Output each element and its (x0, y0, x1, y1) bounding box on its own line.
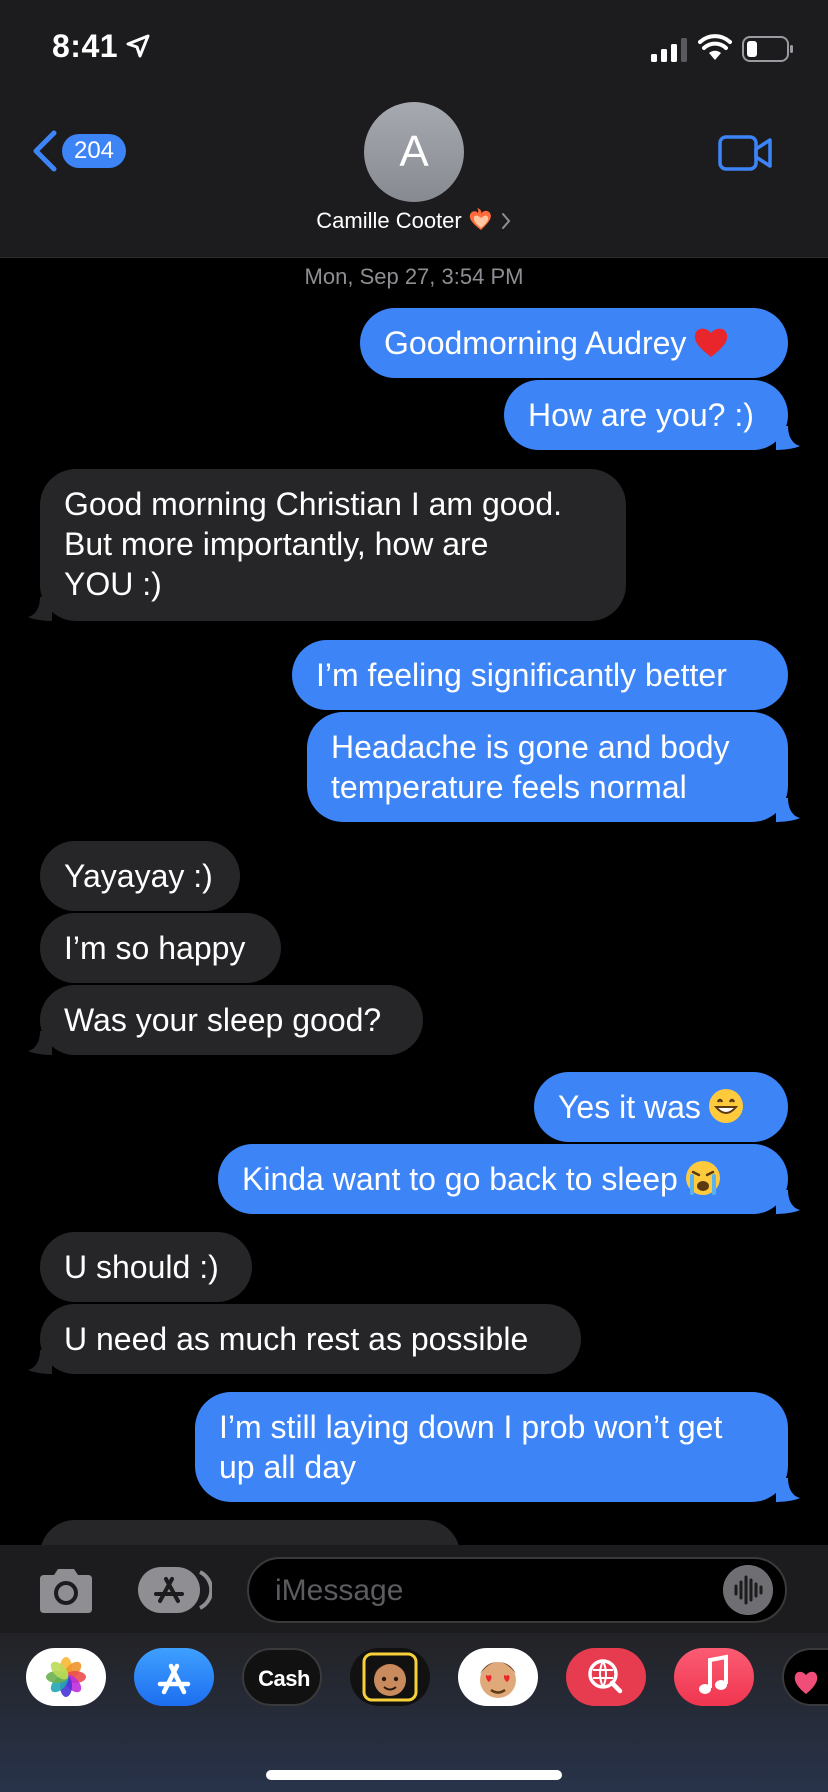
image-search-app-button[interactable] (566, 1648, 646, 1706)
message-line: temperature feels normal (331, 769, 687, 805)
grinning-face-icon (708, 1089, 743, 1123)
bubble-tail (28, 1350, 52, 1374)
photos-icon (46, 1657, 86, 1697)
thread-timestamp: Mon, Sep 27, 3:54 PM (304, 264, 524, 289)
sent-message-bubble[interactable]: Headache is gone and body temperature fe… (307, 712, 800, 822)
digital-touch-app-button[interactable] (782, 1648, 828, 1706)
received-message-bubble[interactable]: Was your sleep good? (28, 985, 423, 1055)
signal-bars-icon (651, 38, 687, 62)
music-app-button[interactable] (674, 1648, 754, 1706)
audio-waveform-icon[interactable] (723, 1565, 773, 1615)
message-line: But more importantly, how are (64, 526, 489, 562)
music-icon (699, 1654, 728, 1694)
message-text: U should :) (64, 1249, 219, 1285)
message-line: YOU :) (64, 566, 162, 602)
contact-name-row[interactable]: Camille Cooter (0, 208, 828, 234)
message-text: Yayayay :) (64, 858, 213, 894)
message-line: I’m still laying down I prob won’t get (219, 1409, 723, 1445)
bubble-tail (28, 1031, 52, 1055)
heart-on-fire-icon (469, 208, 491, 230)
message-text: U need as much rest as possible (64, 1321, 529, 1357)
message-text-input[interactable] (273, 1559, 697, 1623)
apple-cash-label: Cash (258, 1666, 310, 1691)
location-arrow-icon (126, 34, 150, 58)
back-button[interactable]: 204 (30, 126, 134, 176)
sent-message-bubble[interactable]: Kinda want to go back to sleep (218, 1144, 800, 1214)
image-search-icon (588, 1659, 623, 1694)
memoji-stickers-app-button[interactable] (350, 1648, 430, 1706)
message-text: Was your sleep good? (64, 1002, 382, 1038)
message-line: Headache is gone and body (331, 729, 730, 765)
message-composer (0, 1545, 828, 1633)
message-text: How are you? :) (528, 397, 754, 433)
message-text: Yes it was (558, 1089, 701, 1125)
animoji-icon (480, 1662, 516, 1698)
battery-icon (742, 36, 793, 62)
bubble-tail (776, 426, 800, 450)
unread-count-badge: 204 (62, 134, 126, 168)
wifi-icon (698, 34, 732, 60)
app-store-app-button[interactable] (134, 1648, 214, 1706)
message-text: Kinda want to go back to sleep (242, 1161, 678, 1197)
sent-message-bubble[interactable]: Yes it was (534, 1072, 788, 1142)
home-indicator[interactable] (266, 1770, 562, 1780)
message-text: I’m feeling significantly better (316, 657, 727, 693)
sent-message-bubble[interactable]: Goodmorning Audrey (360, 308, 788, 378)
app-store-icon[interactable] (138, 1567, 212, 1613)
status-time: 8:41 (52, 28, 119, 64)
imessage-app-drawer: Cash (0, 1633, 828, 1792)
red-heart-icon (695, 328, 728, 357)
chevron-left-icon (33, 130, 57, 172)
animoji-app-button[interactable] (458, 1648, 538, 1706)
chevron-right-icon (501, 213, 511, 229)
received-message-bubble[interactable]: Yayayay :) (40, 841, 240, 911)
imessage-input-field[interactable] (247, 1557, 787, 1623)
memoji-icon (362, 1652, 418, 1702)
bubble-tail (776, 798, 800, 822)
apple-cash-app-button[interactable]: Cash (242, 1648, 322, 1706)
photos-app-button[interactable] (26, 1648, 106, 1706)
conversation-header: 8:41 204 A Camille Cooter (0, 0, 828, 258)
contact-avatar[interactable]: A (364, 102, 464, 202)
camera-icon[interactable] (36, 1567, 96, 1615)
bubble-tail (28, 597, 52, 621)
digital-touch-icon (794, 1671, 818, 1694)
sent-message-bubble[interactable]: How are you? :) (504, 380, 800, 450)
apple-cash-icon: Cash (244, 1650, 320, 1704)
message-line: up all day (219, 1449, 356, 1485)
bubble-tail (776, 1478, 800, 1502)
received-message-bubble[interactable]: I’m so happy (40, 913, 281, 983)
video-camera-icon[interactable] (718, 135, 772, 171)
app-store-icon (157, 1663, 191, 1695)
message-text: Goodmorning Audrey (384, 325, 687, 361)
bubble-tail (776, 1190, 800, 1214)
received-message-bubble[interactable]: Good morning Christian I am good. But mo… (28, 469, 626, 621)
received-message-bubble[interactable]: U should :) (40, 1232, 252, 1302)
message-line: Good morning Christian I am good. (64, 486, 563, 522)
contact-name: Camille Cooter (316, 208, 462, 233)
received-message-bubble[interactable]: U need as much rest as possible (28, 1304, 581, 1374)
sent-message-bubble[interactable]: I’m still laying down I prob won’t get u… (195, 1392, 800, 1502)
crying-face-icon (685, 1161, 720, 1195)
message-text: I’m so happy (64, 930, 246, 966)
sent-message-bubble[interactable]: I’m feeling significantly better (292, 640, 788, 710)
